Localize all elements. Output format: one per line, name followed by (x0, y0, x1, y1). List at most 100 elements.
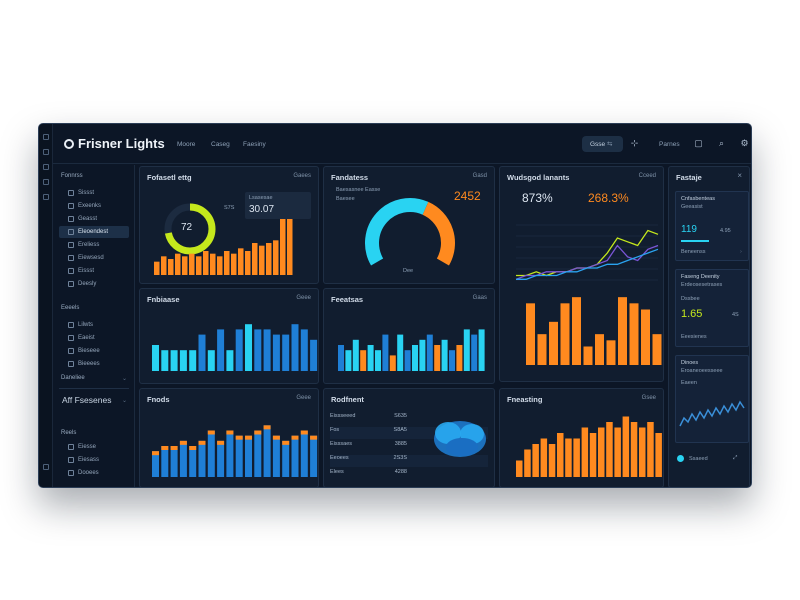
sidebar-item-8[interactable]: Deesly (59, 278, 129, 290)
user-icon[interactable] (43, 164, 49, 170)
p3-bar-12 (652, 334, 662, 365)
p6-bar-10 (235, 435, 243, 477)
right-card-3: Dinoes Eroaneoeesseee Eaeen (675, 355, 749, 443)
sidebar-item-2[interactable]: Exeenks (59, 200, 129, 212)
p6-bar-group (152, 425, 318, 477)
item-icon (68, 268, 74, 274)
p6-bar-16 (291, 435, 299, 477)
p4-bar-14 (272, 334, 280, 371)
p3-bar-10 (629, 303, 639, 365)
p3-chart-svg (515, 224, 662, 365)
chevron-down-icon[interactable]: ⌄ (122, 375, 127, 382)
p4-bar-5 (189, 350, 197, 371)
logout-icon[interactable] (43, 464, 49, 470)
p6-bar-18 (310, 435, 318, 477)
sidebar-item-1[interactable]: Sissst (59, 187, 129, 199)
settings-icon[interactable] (43, 179, 49, 185)
p5-bar-9 (397, 334, 404, 371)
sidebar-heading: Fonnrss (61, 173, 83, 179)
chevron-right-icon[interactable]: › (740, 249, 742, 255)
close-icon[interactable]: × (737, 171, 742, 180)
p4-bar-18 (310, 339, 318, 371)
p6-bar-7 (207, 430, 215, 477)
p6-bar-15 (282, 440, 290, 477)
sidebar-item-3[interactable]: Geasst (59, 213, 129, 225)
p6-bar-13 (263, 425, 271, 477)
p4-bar-11 (245, 324, 252, 371)
p6-bar-cap-14 (272, 435, 280, 440)
p5-bar-20 (478, 329, 485, 371)
panel-p3: Wudsgod lanants Cceed 873% 268.3% (499, 166, 664, 382)
p1-bar-11 (224, 251, 230, 275)
expand-icon[interactable]: ⤢ (733, 455, 737, 462)
p4-bar-2 (161, 350, 169, 371)
p1-bar-13 (238, 248, 244, 275)
p4-chart-svg (152, 324, 318, 371)
right-footer-label: Ssaeed (689, 456, 708, 462)
p3-line-group (515, 229, 659, 280)
sidebar-item-15[interactable]: Dooees (59, 467, 129, 479)
nav-link-2[interactable]: Caseg (211, 141, 230, 148)
p8-bar-13 (614, 427, 621, 477)
sidebar-item-6[interactable]: Eiewsesd (59, 252, 129, 264)
p4-bar-4 (179, 350, 187, 371)
nav-link-1[interactable]: Moore (177, 141, 195, 148)
p6-bar-5 (189, 446, 197, 477)
p3-bar-8 (606, 340, 616, 365)
card-title: Faseng Deenity (681, 274, 720, 280)
p6-bar-11 (245, 435, 252, 477)
card-subtitle: Geeasist (681, 204, 703, 210)
grid-icon[interactable] (43, 134, 49, 140)
p6-bar-cap-9 (226, 430, 234, 435)
p2-chart-svg (365, 198, 455, 266)
profile-label[interactable]: Parnes (659, 141, 680, 148)
p1-bar-12 (231, 253, 237, 275)
nav-link-3[interactable]: Faesiny (243, 141, 266, 148)
item-icon (68, 229, 74, 235)
p1-bar-2 (161, 256, 167, 275)
panel-p6: Fnods Geee (139, 388, 319, 487)
gauge-arc-orange (422, 201, 455, 266)
donut-value: 72 (181, 222, 193, 233)
calendar-icon[interactable] (43, 194, 49, 200)
sidebar-item-13[interactable]: Eiesse (59, 441, 129, 453)
sidebar-item-7[interactable]: Eissst (59, 265, 129, 277)
chevron-down-icon[interactable]: ⌄ (122, 397, 127, 404)
item-icon (68, 444, 74, 450)
app-title: Frisner Lights (78, 136, 165, 151)
p5-bar-3 (352, 339, 359, 371)
status-dot (677, 455, 684, 462)
right-panel: Fastaje × Cnfasbenteas Geeasist 119 4.95… (668, 166, 750, 487)
p3-bar-group (526, 297, 662, 365)
p6-bar-cap-1 (152, 451, 159, 456)
p5-bar-10 (404, 350, 411, 371)
sidebar-footer-label: Daneliee (61, 375, 85, 381)
calendar-top-icon[interactable]: ▢ (693, 138, 704, 149)
p5-bar-18 (463, 329, 470, 371)
sidebar-item-9[interactable]: Lilwts (59, 319, 129, 331)
chart-icon[interactable] (43, 149, 49, 155)
sidebar-item-label: Bieeees (78, 361, 100, 367)
p3-bar-4 (560, 303, 570, 365)
sidebar-item-5[interactable]: Ereliess (59, 239, 129, 251)
settings-top-icon[interactable]: ⚙ (739, 138, 750, 149)
chevron-down-icon: ⇆ (606, 141, 613, 148)
p5-bar-11 (412, 345, 418, 371)
sidebar-item-11[interactable]: Bieseee (59, 345, 129, 357)
logo-icon (64, 139, 74, 149)
p6-bar-4 (179, 440, 187, 477)
sidebar-item-4-active[interactable]: Eleoendest (59, 226, 129, 238)
panel-p5: Feeatsas Gaas (323, 288, 495, 384)
workspace-select[interactable]: Gsse ⇆ (582, 136, 623, 152)
card-button[interactable]: Beneenss (681, 249, 705, 255)
sidebar-item-10[interactable]: Eaeist (59, 332, 129, 344)
sidebar-item-14[interactable]: Eiesass (59, 454, 129, 466)
p8-bar-group (516, 416, 662, 477)
search-icon[interactable]: ⌕ (716, 138, 727, 149)
sidebar-item-12[interactable]: Bieeees (59, 358, 129, 370)
kpi-box: Lsasesae 30.07 (245, 192, 311, 219)
p7-blob-svg (434, 421, 486, 457)
p5-bar-4 (360, 350, 367, 371)
card-button[interactable]: Eeesienes (681, 334, 707, 340)
bell-icon[interactable]: ⊹ (629, 138, 640, 149)
